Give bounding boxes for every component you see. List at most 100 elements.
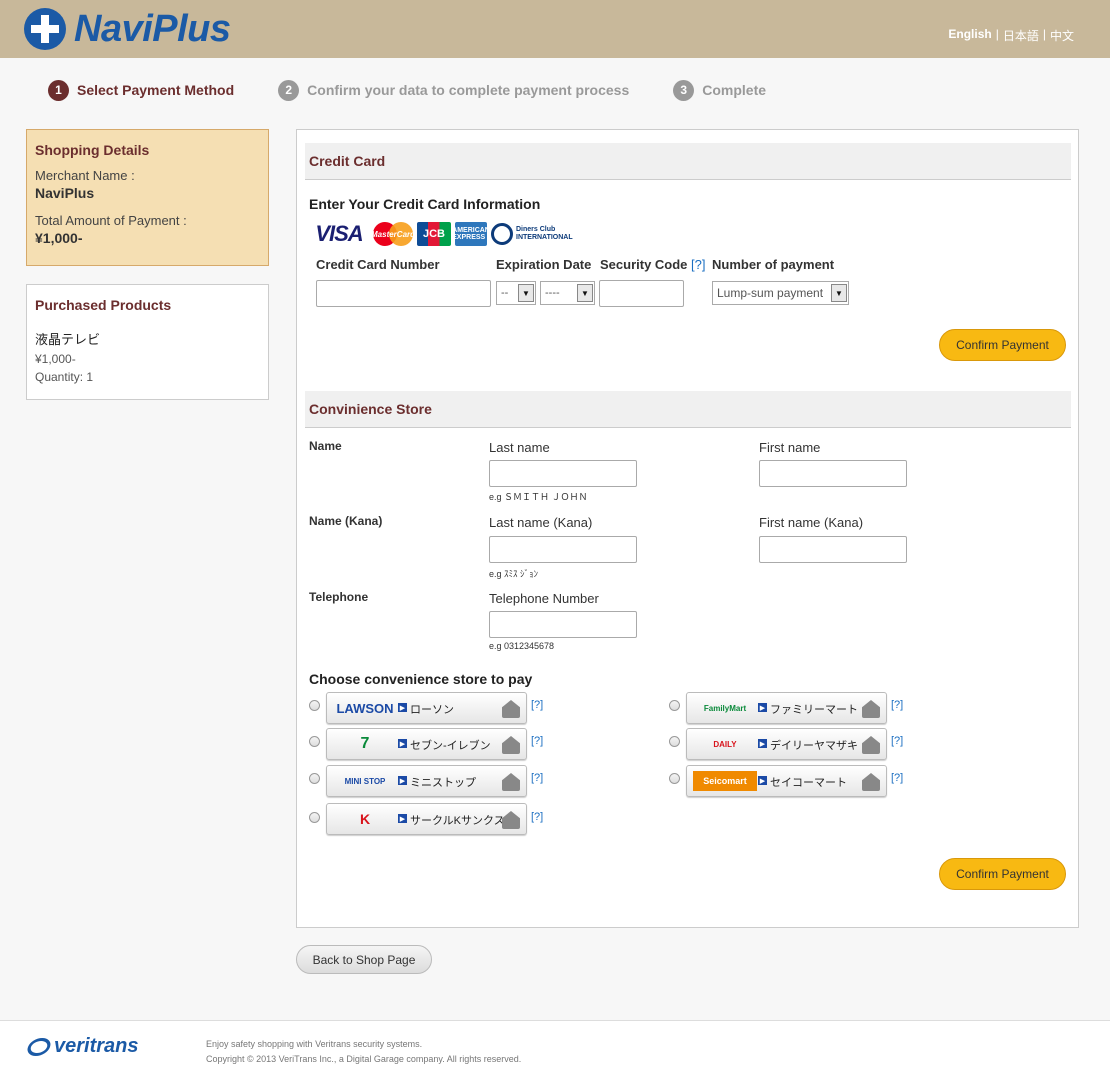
total-value: ¥1,000- <box>35 230 83 246</box>
first-name-kana-input[interactable] <box>759 536 907 563</box>
progress-steps: 1 Select Payment Method 2 Confirm your d… <box>48 78 810 102</box>
store-radio-seicomart[interactable] <box>669 773 680 784</box>
ministop-logo: MINI STOP <box>344 776 386 786</box>
lang-japanese[interactable]: 日本語 <box>1003 27 1039 44</box>
store-radio-lawson[interactable] <box>309 700 320 711</box>
choose-store-title: Choose convenience store to pay <box>309 671 533 687</box>
kana-row-label: Name (Kana) <box>309 514 383 528</box>
store-button-circle-k[interactable]: K ▶ サークルKサンクス <box>326 803 527 835</box>
shop-icon <box>502 736 520 754</box>
lawson-logo: LAWSON <box>336 700 394 716</box>
veritrans-mark-icon <box>24 1037 54 1056</box>
step-2: 2 Confirm your data to complete payment … <box>278 79 630 101</box>
payment-count-select[interactable]: Lump-sum payment ▼ <box>712 281 849 305</box>
security-code-help[interactable]: [?] <box>691 257 705 272</box>
first-name-input[interactable] <box>759 460 907 487</box>
telephone-row-label: Telephone <box>309 590 369 604</box>
language-switcher: English | 日本語 | 中文 <box>948 27 1074 44</box>
store-button-seven-eleven[interactable]: 7 ▶ セブン-イレブン <box>326 728 527 760</box>
last-name-input[interactable] <box>489 460 637 487</box>
step-label: Complete <box>702 82 767 98</box>
arrow-right-icon: ▶ <box>758 739 767 748</box>
number-of-payment-label: Number of payment <box>712 257 835 272</box>
store-button-daily-yamazaki[interactable]: DAILY ▶ デイリーヤマザキ <box>686 728 887 760</box>
mastercard-logo: MasterCard <box>371 222 415 246</box>
diners-logo: Diners Club INTERNATIONAL <box>491 222 573 246</box>
step-number: 1 <box>48 79 69 101</box>
step-number: 2 <box>278 79 300 101</box>
amex-logo: AMERICAN EXPRESS <box>452 222 490 246</box>
veritrans-logo: veritrans <box>24 1035 139 1058</box>
product-price: ¥1,000- <box>35 352 76 366</box>
diners-ring-icon <box>491 223 513 245</box>
footer: veritrans Enjoy safety shopping with Ver… <box>0 1020 1110 1078</box>
arrow-right-icon: ▶ <box>758 776 767 785</box>
last-name-kana-label: Last name (Kana) <box>489 515 593 530</box>
shop-icon <box>502 811 520 829</box>
arrow-right-icon: ▶ <box>398 776 407 785</box>
store-radio-ministop[interactable] <box>309 773 320 784</box>
store-help-ministop[interactable]: [?] <box>531 772 543 784</box>
arrow-right-icon: ▶ <box>398 739 407 748</box>
header: NaviPlus English | 日本語 | 中文 <box>0 0 1110 58</box>
expiration-month-select[interactable]: -- ▼ <box>496 281 536 305</box>
logo-text: NaviPlus <box>74 7 231 50</box>
product-quantity: Quantity: 1 <box>35 370 94 384</box>
product-name: 液晶テレビ <box>35 332 101 347</box>
purchased-products: Purchased Products 液晶テレビ ¥1,000- Quantit… <box>26 284 269 400</box>
chevron-down-icon: ▼ <box>518 284 534 302</box>
store-help-seven-eleven[interactable]: [?] <box>531 735 543 747</box>
name-row-label: Name <box>309 439 342 453</box>
merchant-value: NaviPlus <box>35 185 95 201</box>
chevron-down-icon: ▼ <box>577 284 593 302</box>
credit-card-section-title: Credit Card <box>305 143 1071 180</box>
merchant-label: Merchant Name : <box>35 168 135 183</box>
expiration-label: Expiration Date <box>496 257 592 272</box>
back-to-shop-button[interactable]: Back to Shop Page <box>296 945 432 974</box>
step-number: 3 <box>673 79 695 101</box>
lang-chinese[interactable]: 中文 <box>1050 27 1074 44</box>
first-name-label: First name <box>759 440 821 455</box>
step-label: Select Payment Method <box>77 82 235 98</box>
kana-hint: e.g ｽﾐｽ ｼﾞｮﾝ <box>489 569 539 579</box>
store-radio-daily-yamazaki[interactable] <box>669 736 680 747</box>
step-1: 1 Select Payment Method <box>48 79 235 101</box>
store-help-daily-yamazaki[interactable]: [?] <box>891 735 903 747</box>
store-radio-seven-eleven[interactable] <box>309 736 320 747</box>
step-label: Confirm your data to complete payment pr… <box>307 82 630 98</box>
payment-panel: Credit Card Enter Your Credit Card Infor… <box>296 129 1079 928</box>
shopping-details: Shopping Details Merchant Name : NaviPlu… <box>26 129 269 266</box>
last-name-label: Last name <box>489 440 550 455</box>
shop-icon <box>502 700 520 718</box>
footer-text: Enjoy safety shopping with Veritrans sec… <box>206 1039 522 1064</box>
security-code-input[interactable] <box>599 280 684 307</box>
lang-english[interactable]: English <box>948 27 991 44</box>
last-name-kana-input[interactable] <box>489 536 637 563</box>
card-number-input[interactable] <box>316 280 491 307</box>
seicomart-logo: Seicomart <box>693 771 757 791</box>
name-hint: e.g ＳＭＩＴＨ ＪＯＨＮ <box>489 492 588 502</box>
store-radio-familymart[interactable] <box>669 700 680 711</box>
step-3: 3 Complete <box>673 79 767 101</box>
confirm-payment-store-button[interactable]: Confirm Payment <box>939 858 1066 890</box>
store-help-lawson[interactable]: [?] <box>531 699 543 711</box>
expiration-year-select[interactable]: ---- ▼ <box>540 281 595 305</box>
card-brand-logos: VISA MasterCard JCB AMERICAN EXPRESS Din… <box>309 221 573 246</box>
cross-icon <box>24 8 66 50</box>
telephone-input[interactable] <box>489 611 637 638</box>
store-button-seicomart[interactable]: Seicomart ▶ セイコーマート <box>686 765 887 797</box>
store-radio-circle-k[interactable] <box>309 812 320 823</box>
confirm-payment-card-button[interactable]: Confirm Payment <box>939 329 1066 361</box>
store-button-familymart[interactable]: FamilyMart ▶ ファミリーマート <box>686 692 887 724</box>
shop-icon <box>862 773 880 791</box>
store-help-circle-k[interactable]: [?] <box>531 811 543 823</box>
store-help-familymart[interactable]: [?] <box>891 699 903 711</box>
store-button-lawson[interactable]: LAWSON ▶ ローソン <box>326 692 527 724</box>
naviplus-logo[interactable]: NaviPlus <box>24 6 231 52</box>
daily-yamazaki-logo: DAILY <box>713 739 737 749</box>
card-number-label: Credit Card Number <box>316 257 440 272</box>
arrow-right-icon: ▶ <box>758 703 767 712</box>
store-help-seicomart[interactable]: [?] <box>891 772 903 784</box>
shop-icon <box>862 736 880 754</box>
store-button-ministop[interactable]: MINI STOP ▶ ミニストップ <box>326 765 527 797</box>
